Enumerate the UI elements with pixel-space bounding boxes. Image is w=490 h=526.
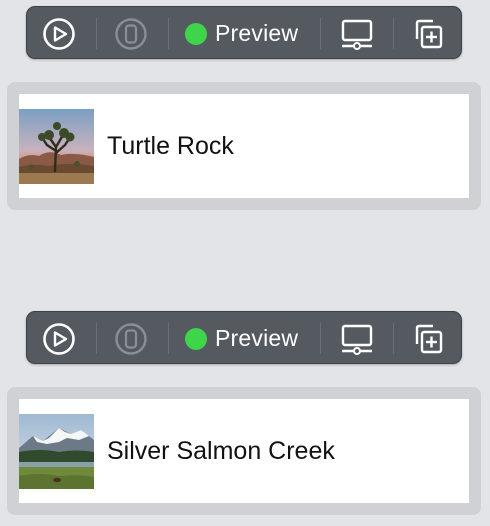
landmark-row[interactable]: Turtle Rock bbox=[19, 94, 469, 198]
toolbar-separator bbox=[96, 323, 97, 354]
preview-label: Preview bbox=[215, 20, 299, 46]
status-dot bbox=[185, 22, 207, 45]
play-icon[interactable] bbox=[41, 321, 77, 357]
preview-card: Turtle Rock bbox=[7, 82, 481, 210]
toolbar-separator bbox=[393, 18, 394, 49]
duplicate-icon[interactable] bbox=[410, 16, 446, 52]
status-dot bbox=[185, 327, 207, 350]
landmark-thumbnail bbox=[19, 413, 94, 489]
preview-label: Preview bbox=[215, 325, 299, 351]
preview-indicator: Preview bbox=[185, 312, 298, 365]
display-icon[interactable] bbox=[337, 16, 377, 52]
toolbar-separator bbox=[393, 323, 394, 354]
device-icon[interactable] bbox=[113, 321, 149, 357]
device-icon[interactable] bbox=[113, 16, 149, 52]
toolbar-separator bbox=[320, 323, 321, 354]
duplicate-icon[interactable] bbox=[410, 321, 446, 357]
landmark-name: Silver Salmon Creek bbox=[107, 436, 335, 465]
landmark-thumbnail bbox=[19, 108, 94, 184]
preview-indicator: Preview bbox=[185, 7, 298, 60]
preview-toolbar: Preview bbox=[26, 6, 462, 59]
toolbar-separator bbox=[320, 18, 321, 49]
preview-toolbar: Preview bbox=[26, 311, 462, 364]
preview-card: Silver Salmon Creek bbox=[7, 387, 481, 515]
display-icon[interactable] bbox=[337, 321, 377, 357]
toolbar-separator bbox=[96, 18, 97, 49]
landmark-row[interactable]: Silver Salmon Creek bbox=[19, 399, 469, 503]
toolbar-separator bbox=[168, 323, 169, 354]
play-icon[interactable] bbox=[41, 16, 77, 52]
landmark-name: Turtle Rock bbox=[107, 131, 234, 160]
toolbar-separator bbox=[168, 18, 169, 49]
